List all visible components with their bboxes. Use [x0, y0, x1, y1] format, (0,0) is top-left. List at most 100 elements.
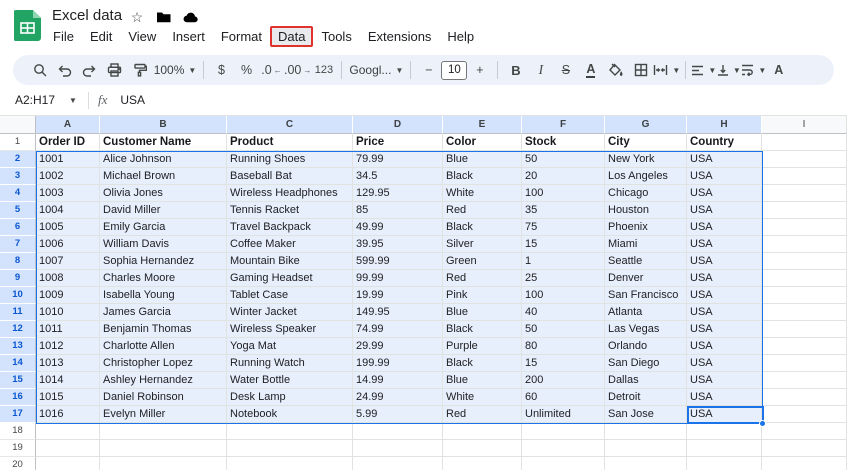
- increase-decimal-button[interactable]: .00 →: [284, 57, 311, 83]
- cell-C17[interactable]: Notebook: [227, 406, 353, 423]
- cell-G16[interactable]: Detroit: [605, 389, 687, 406]
- cell-G1[interactable]: City: [605, 134, 687, 151]
- row-header-7[interactable]: 7: [0, 236, 36, 253]
- cell-B1[interactable]: Customer Name: [100, 134, 227, 151]
- cell-I13[interactable]: [762, 338, 847, 355]
- cell-I11[interactable]: [762, 304, 847, 321]
- cell-G2[interactable]: New York: [605, 151, 687, 168]
- cell-E16[interactable]: White: [443, 389, 522, 406]
- cell-I1[interactable]: [762, 134, 847, 151]
- cell-I18[interactable]: [762, 423, 847, 440]
- cell-I2[interactable]: [762, 151, 847, 168]
- cell-H15[interactable]: USA: [687, 372, 762, 389]
- cell-F12[interactable]: 50: [522, 321, 605, 338]
- cell-G10[interactable]: San Francisco: [605, 287, 687, 304]
- strikethrough-button[interactable]: S: [553, 57, 578, 83]
- cell-D7[interactable]: 39.95: [353, 236, 443, 253]
- cell-C16[interactable]: Desk Lamp: [227, 389, 353, 406]
- cell-D8[interactable]: 599.99: [353, 253, 443, 270]
- cell-G18[interactable]: [605, 423, 687, 440]
- formula-input[interactable]: USA: [120, 93, 145, 107]
- column-header-H[interactable]: H: [687, 116, 762, 134]
- cell-D20[interactable]: [353, 457, 443, 470]
- row-header-8[interactable]: 8: [0, 253, 36, 270]
- cell-D18[interactable]: [353, 423, 443, 440]
- column-header-D[interactable]: D: [353, 116, 443, 134]
- cell-H17[interactable]: USA: [687, 406, 762, 423]
- cell-B7[interactable]: William Davis: [100, 236, 227, 253]
- cell-H5[interactable]: USA: [687, 202, 762, 219]
- merge-cells-button[interactable]: ▼: [653, 57, 680, 83]
- italic-button[interactable]: I: [528, 57, 553, 83]
- cell-F11[interactable]: 40: [522, 304, 605, 321]
- cell-A3[interactable]: 1002: [36, 168, 100, 185]
- cell-G6[interactable]: Phoenix: [605, 219, 687, 236]
- cell-B15[interactable]: Ashley Hernandez: [100, 372, 227, 389]
- cell-F18[interactable]: [522, 423, 605, 440]
- cell-D10[interactable]: 19.99: [353, 287, 443, 304]
- cell-H12[interactable]: USA: [687, 321, 762, 338]
- cell-H10[interactable]: USA: [687, 287, 762, 304]
- cell-C20[interactable]: [227, 457, 353, 470]
- menu-item-view[interactable]: View: [120, 26, 164, 47]
- cell-G9[interactable]: Denver: [605, 270, 687, 287]
- increase-font-size-button[interactable]: +: [467, 57, 492, 83]
- row-header-15[interactable]: 15: [0, 372, 36, 389]
- cell-A13[interactable]: 1012: [36, 338, 100, 355]
- menu-item-data[interactable]: Data: [270, 26, 314, 47]
- cell-E2[interactable]: Blue: [443, 151, 522, 168]
- cell-I12[interactable]: [762, 321, 847, 338]
- select-all-corner[interactable]: [0, 116, 36, 134]
- move-to-folder-icon[interactable]: [156, 9, 172, 25]
- cell-A6[interactable]: 1005: [36, 219, 100, 236]
- cell-B19[interactable]: [100, 440, 227, 457]
- row-header-17[interactable]: 17: [0, 406, 36, 423]
- cell-I14[interactable]: [762, 355, 847, 372]
- cell-C15[interactable]: Water Bottle: [227, 372, 353, 389]
- cell-I15[interactable]: [762, 372, 847, 389]
- cell-I7[interactable]: [762, 236, 847, 253]
- cell-D9[interactable]: 99.99: [353, 270, 443, 287]
- cell-H1[interactable]: Country: [687, 134, 762, 151]
- cell-A15[interactable]: 1014: [36, 372, 100, 389]
- cell-F19[interactable]: [522, 440, 605, 457]
- cell-A10[interactable]: 1009: [36, 287, 100, 304]
- cell-I4[interactable]: [762, 185, 847, 202]
- row-header-16[interactable]: 16: [0, 389, 36, 406]
- cell-A11[interactable]: 1010: [36, 304, 100, 321]
- cell-D13[interactable]: 29.99: [353, 338, 443, 355]
- fill-color-icon[interactable]: [603, 57, 628, 83]
- cell-H9[interactable]: USA: [687, 270, 762, 287]
- cell-C11[interactable]: Winter Jacket: [227, 304, 353, 321]
- cell-B17[interactable]: Evelyn Miller: [100, 406, 227, 423]
- row-header-9[interactable]: 9: [0, 270, 36, 287]
- font-size-input[interactable]: 10: [441, 60, 468, 80]
- cell-G5[interactable]: Houston: [605, 202, 687, 219]
- cell-B20[interactable]: [100, 457, 227, 470]
- zoom-select[interactable]: 100% ▼: [152, 57, 198, 83]
- cell-F1[interactable]: Stock: [522, 134, 605, 151]
- cell-G3[interactable]: Los Angeles: [605, 168, 687, 185]
- cell-I19[interactable]: [762, 440, 847, 457]
- cell-E20[interactable]: [443, 457, 522, 470]
- row-header-18[interactable]: 18: [0, 423, 36, 440]
- format-currency-button[interactable]: $: [209, 57, 234, 83]
- fill-handle[interactable]: [759, 420, 766, 427]
- cell-D17[interactable]: 5.99: [353, 406, 443, 423]
- cell-G20[interactable]: [605, 457, 687, 470]
- cell-C19[interactable]: [227, 440, 353, 457]
- undo-icon[interactable]: [52, 57, 77, 83]
- cell-B2[interactable]: Alice Johnson: [100, 151, 227, 168]
- paint-format-icon[interactable]: [127, 57, 152, 83]
- cell-D6[interactable]: 49.99: [353, 219, 443, 236]
- column-header-E[interactable]: E: [443, 116, 522, 134]
- cell-E3[interactable]: Black: [443, 168, 522, 185]
- cell-B14[interactable]: Christopher Lopez: [100, 355, 227, 372]
- cell-F9[interactable]: 25: [522, 270, 605, 287]
- menu-item-format[interactable]: Format: [213, 26, 270, 47]
- cell-H3[interactable]: USA: [687, 168, 762, 185]
- cell-A20[interactable]: [36, 457, 100, 470]
- cell-E5[interactable]: Red: [443, 202, 522, 219]
- cell-C13[interactable]: Yoga Mat: [227, 338, 353, 355]
- cell-F15[interactable]: 200: [522, 372, 605, 389]
